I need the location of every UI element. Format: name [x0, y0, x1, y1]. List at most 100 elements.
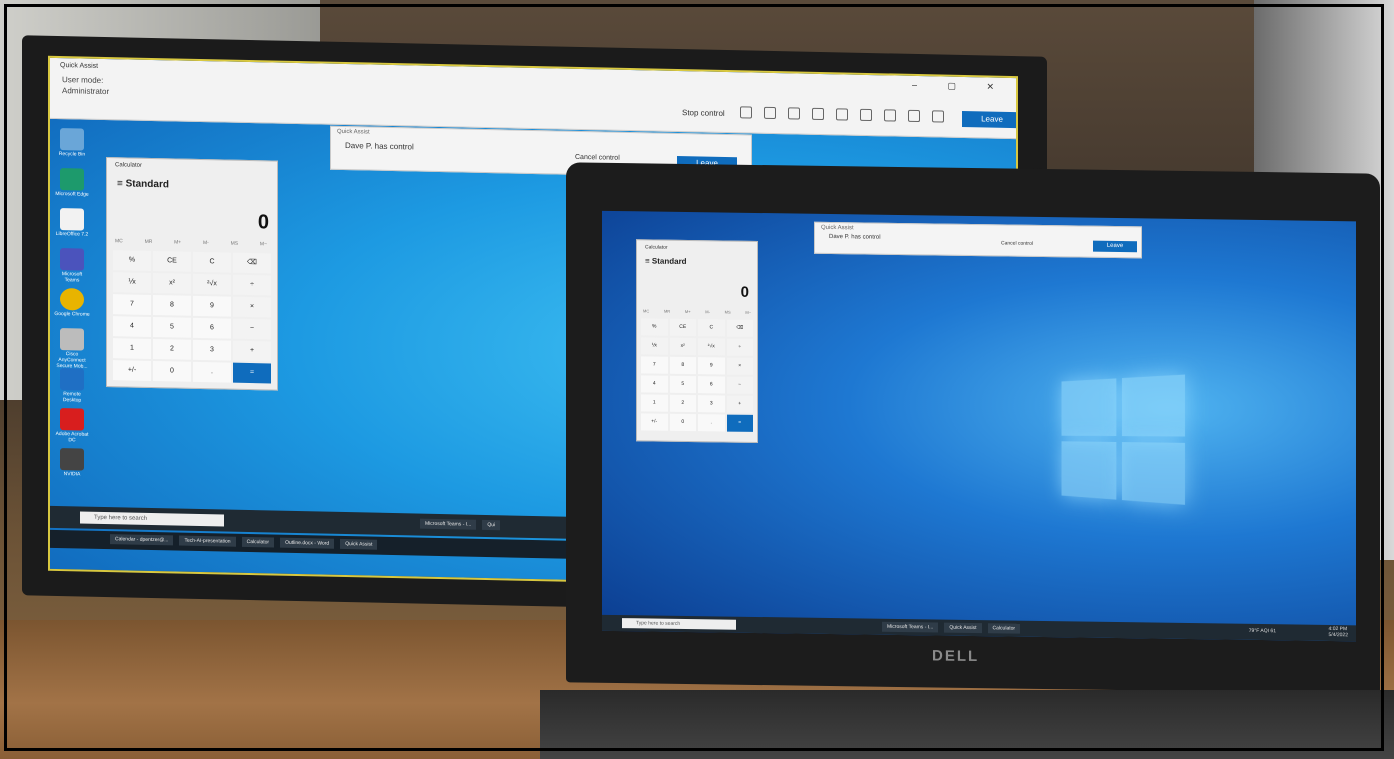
calculator-key[interactable]: 9: [193, 295, 231, 317]
search-input[interactable]: Type here to search: [80, 511, 224, 527]
acrobat-icon[interactable]: Adobe Acrobat DC: [56, 408, 88, 443]
calculator-key[interactable]: 5: [153, 317, 191, 338]
calculator-key[interactable]: −: [233, 318, 271, 340]
calculator-key[interactable]: ⌫: [726, 319, 753, 337]
calculator-key[interactable]: 8: [153, 295, 191, 316]
calculator-key[interactable]: 4: [641, 375, 668, 393]
calculator-key[interactable]: x²: [153, 273, 191, 294]
calculator-key[interactable]: .: [698, 414, 725, 432]
calculator-key[interactable]: +: [233, 340, 271, 362]
calculator-key[interactable]: .: [193, 361, 231, 383]
weather-widget[interactable]: 79°F AQI 61: [1249, 628, 1276, 634]
taskbar-item[interactable]: Calculator: [987, 623, 1021, 634]
taskbar-item[interactable]: Microsoft Teams - I...: [882, 621, 939, 633]
edge-icon[interactable]: Microsoft Edge: [55, 168, 89, 198]
settings-icon[interactable]: [932, 110, 944, 123]
calculator-key[interactable]: 6: [698, 376, 725, 394]
taskbar-item[interactable]: Calculator: [241, 536, 275, 548]
calculator-key[interactable]: 8: [669, 356, 696, 375]
taskbar-item[interactable]: Calendar - dpentzer@...: [110, 534, 174, 546]
calculator-key[interactable]: ⅟x: [113, 272, 151, 293]
fullscreen-icon[interactable]: [836, 108, 848, 121]
calculator-key[interactable]: %: [641, 318, 668, 336]
calculator-key[interactable]: =: [726, 414, 753, 432]
calculator-key[interactable]: 9: [698, 357, 725, 375]
cancel-control-button[interactable]: Cancel control: [575, 154, 620, 162]
calculator-key[interactable]: %: [113, 250, 151, 271]
chrome-icon[interactable]: Google Chrome: [54, 288, 90, 318]
laser-pointer-icon[interactable]: [740, 106, 752, 119]
calculator-key[interactable]: +/-: [641, 413, 668, 431]
memory-button[interactable]: MC: [643, 308, 649, 313]
taskbar-item[interactable]: Qui: [482, 519, 501, 531]
memory-button[interactable]: M-: [705, 309, 710, 314]
calculator-mode[interactable]: ≡ Standard: [117, 178, 169, 190]
calculator-key[interactable]: 1: [113, 338, 151, 359]
libreoffice-icon[interactable]: LibreOffice 7.2: [56, 208, 88, 238]
calculator-key[interactable]: ÷: [726, 338, 753, 356]
calculator-key[interactable]: 7: [641, 356, 668, 374]
calculator-key[interactable]: ²√x: [698, 338, 725, 356]
calculator-key[interactable]: 3: [193, 339, 231, 361]
calculator-key[interactable]: 7: [113, 294, 151, 315]
memory-button[interactable]: MS: [231, 241, 239, 247]
calculator-key[interactable]: x²: [669, 337, 696, 356]
calculator-key[interactable]: 2: [669, 394, 696, 413]
memory-button[interactable]: M-: [203, 240, 209, 246]
annotate-icon[interactable]: [764, 106, 776, 120]
calculator-mode[interactable]: ≡ Standard: [645, 256, 687, 266]
memory-button[interactable]: MC: [115, 238, 123, 244]
calculator-key[interactable]: ×: [726, 357, 753, 375]
stop-control-button[interactable]: Stop control: [682, 108, 725, 118]
calculator-key[interactable]: ²√x: [193, 273, 231, 295]
search-input[interactable]: Type here to search: [622, 618, 736, 630]
calculator-key[interactable]: 6: [193, 317, 231, 339]
taskbar-item[interactable]: Microsoft Teams - I...: [420, 518, 477, 530]
calculator-key[interactable]: 1: [641, 394, 668, 412]
chat-icon[interactable]: [788, 107, 800, 120]
memory-button[interactable]: M+: [685, 309, 691, 314]
calculator-key[interactable]: ×: [233, 296, 271, 318]
memory-button[interactable]: MR: [145, 239, 153, 245]
banner-leave-button[interactable]: Leave: [1093, 240, 1137, 253]
teams-icon[interactable]: Microsoft Teams: [60, 248, 84, 283]
remote-desktop-icon[interactable]: Remote Desktop: [60, 368, 84, 404]
memory-button[interactable]: M~: [260, 241, 267, 247]
cisco-icon[interactable]: Cisco AnyConnect Secure Mob...: [56, 328, 88, 370]
memory-button[interactable]: MR: [664, 309, 670, 314]
calculator-key[interactable]: 3: [698, 395, 725, 413]
window-controls[interactable]: – ▢ ✕: [912, 80, 1008, 93]
calculator-key[interactable]: 0: [669, 413, 696, 432]
memory-button[interactable]: M+: [174, 239, 181, 245]
calculator-key[interactable]: 0: [153, 361, 191, 382]
calculator-key[interactable]: 4: [113, 316, 151, 337]
calculator-key[interactable]: =: [233, 362, 271, 384]
system-clock[interactable]: 4:02 PM 5/4/2022: [1329, 626, 1348, 638]
taskbar-item[interactable]: Tech-AI-presentation: [179, 535, 236, 547]
recycle-bin-icon[interactable]: Recycle Bin: [59, 128, 85, 158]
leave-button[interactable]: Leave: [962, 110, 1018, 129]
calculator-key[interactable]: 5: [669, 375, 696, 394]
task-manager-icon[interactable]: [860, 108, 872, 122]
calculator-key[interactable]: ÷: [233, 274, 271, 296]
taskbar-item[interactable]: Quick Assist: [944, 622, 982, 634]
cancel-control-button[interactable]: Cancel control: [1001, 240, 1033, 246]
calculator-key[interactable]: CE: [153, 251, 191, 272]
pause-icon[interactable]: [908, 109, 920, 123]
calculator-key[interactable]: CE: [669, 318, 696, 337]
calculator-key[interactable]: 2: [153, 339, 191, 360]
memory-button[interactable]: MS: [725, 310, 731, 315]
calculator-key[interactable]: +/-: [113, 360, 151, 381]
taskbar-item[interactable]: Quick Assist: [340, 538, 378, 550]
calculator-key[interactable]: C: [698, 319, 725, 337]
calculator-key[interactable]: ⅟x: [641, 337, 668, 355]
calculator-key[interactable]: ⌫: [233, 252, 271, 274]
nvidia-icon[interactable]: NVIDIA: [60, 448, 84, 477]
monitor-icon[interactable]: [812, 107, 824, 121]
calculator-key[interactable]: +: [726, 395, 753, 413]
taskbar-item[interactable]: Outline.docx - Word: [280, 537, 335, 549]
memory-button[interactable]: M~: [745, 310, 751, 315]
calculator-key[interactable]: C: [193, 251, 231, 273]
reconnect-icon[interactable]: [884, 109, 896, 122]
calculator-key[interactable]: −: [726, 376, 753, 394]
